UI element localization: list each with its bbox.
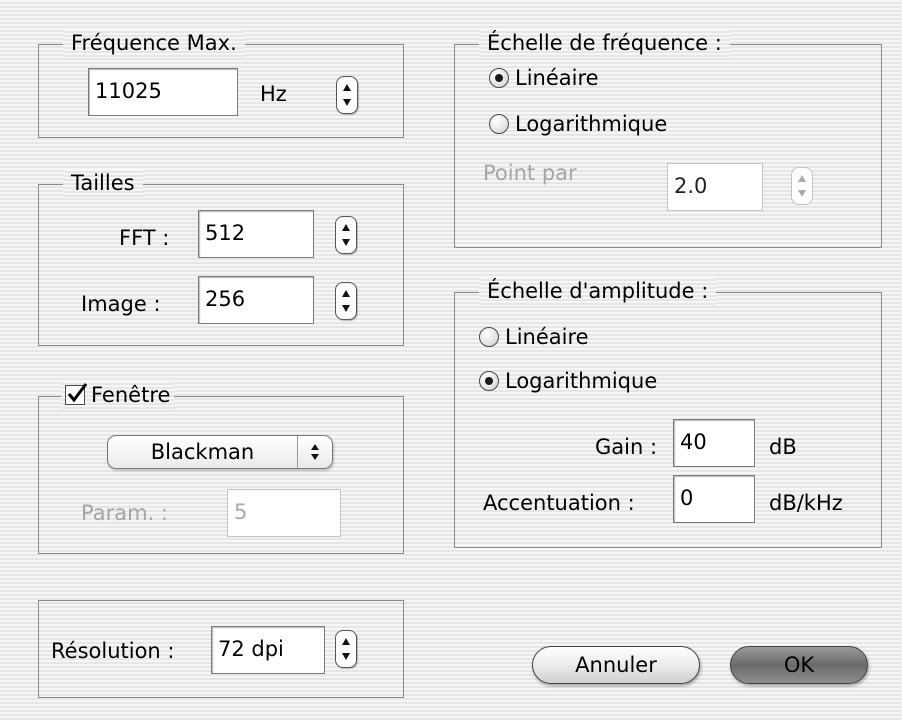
accentuation-unit: dB/kHz [769,491,843,515]
ok-button[interactable]: OK [730,646,868,684]
freq-max-stepper[interactable] [336,76,358,114]
accentuation-label: Accentuation : [483,491,635,515]
up-down-arrows-icon [342,290,350,312]
up-down-arrows-icon [342,638,350,660]
window-type-value: Blackman [150,440,255,464]
freq-scale-linear-radio[interactable]: Linéaire [489,64,599,92]
amp-scale-linear-label: Linéaire [505,325,589,349]
points-per-stepper[interactable] [791,167,813,205]
window-title: Fenêtre [91,383,171,407]
up-down-arrows-icon [342,224,350,246]
amp-scale-log-radio[interactable]: Logarithmique [479,367,657,395]
freq-max-unit: Hz [260,82,287,106]
gain-unit: dB [769,435,797,459]
cancel-button[interactable]: Annuler [532,646,700,684]
radio-unselected-icon [489,114,509,134]
freq-max-input[interactable]: 11025 [88,68,238,116]
window-group: Fenêtre Blackman Param. : 5 [38,381,404,554]
fft-label: FFT : [119,226,170,250]
resolution-stepper[interactable] [335,630,357,668]
sizes-group: Tailles FFT : 512 Image : 256 [38,169,404,346]
gain-label: Gain : [595,435,658,459]
image-label: Image : [81,292,161,316]
freq-max-group: Fréquence Max. 11025 Hz [38,29,404,138]
up-down-arrows-icon [798,175,806,197]
amp-scale-title: Échelle d'amplitude : [479,277,717,305]
checkmark-icon [67,383,88,403]
amp-scale-linear-radio[interactable]: Linéaire [479,323,589,351]
points-per-input[interactable]: 2.0 [667,163,763,211]
window-type-select[interactable]: Blackman [107,435,333,469]
freq-scale-log-radio[interactable]: Logarithmique [489,110,667,138]
up-down-arrows-icon [343,84,351,106]
sizes-title: Tailles [63,169,143,197]
param-input[interactable]: 5 [227,489,341,537]
freq-scale-title: Échelle de fréquence : [479,29,730,57]
fft-input[interactable]: 512 [198,210,314,258]
param-label: Param. : [81,501,168,525]
fft-stepper[interactable] [335,216,357,254]
image-input[interactable]: 256 [198,276,314,324]
gain-input[interactable]: 40 [673,419,755,467]
window-checkbox[interactable] [65,383,88,405]
radio-selected-icon [489,68,509,88]
radio-selected-icon [479,371,499,391]
radio-unselected-icon [479,327,499,347]
resolution-input[interactable]: 72 dpi [211,626,325,674]
resolution-label: Résolution : [51,639,175,663]
freq-scale-log-label: Logarithmique [515,112,668,136]
freq-max-title: Fréquence Max. [63,29,245,57]
popup-chevron-icon [297,436,332,468]
amp-scale-group: Échelle d'amplitude : Linéaire Logarithm… [454,277,882,548]
accentuation-input[interactable]: 0 [673,475,755,523]
freq-scale-group: Échelle de fréquence : Linéaire Logarith… [454,29,882,248]
resolution-group: Résolution : 72 dpi [38,600,404,698]
points-per-label: Point par [483,161,577,185]
image-stepper[interactable] [335,282,357,320]
window-title-row: Fenêtre [61,381,175,409]
amp-scale-log-label: Logarithmique [505,369,658,393]
freq-scale-linear-label: Linéaire [515,66,599,90]
